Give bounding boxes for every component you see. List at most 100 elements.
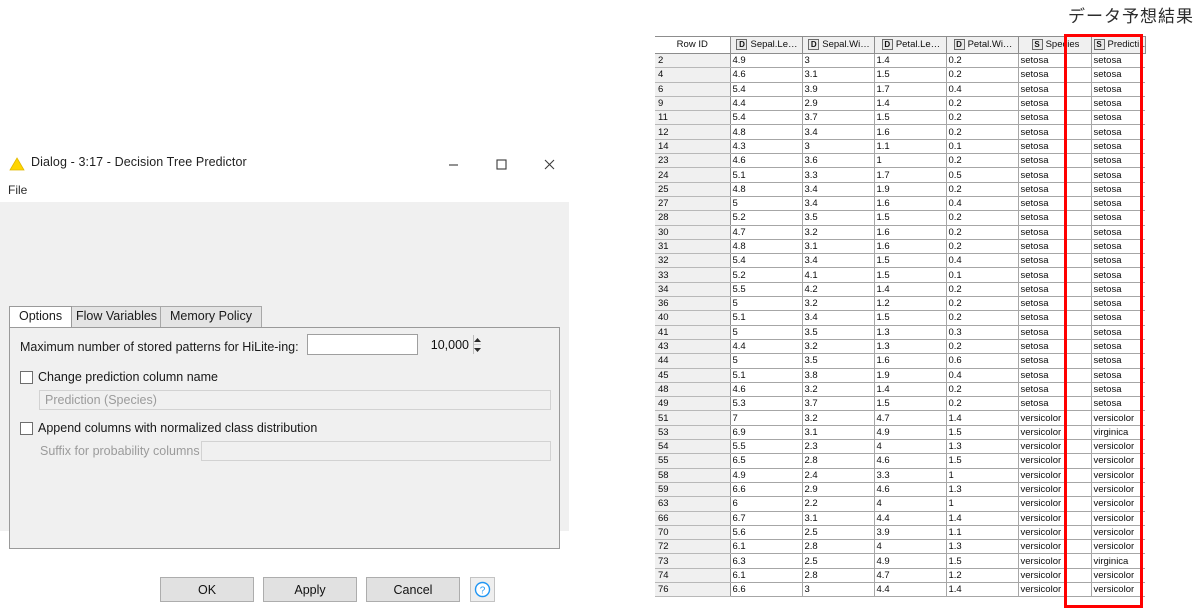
table-cell[interactable]: 1	[946, 496, 1019, 512]
row-id-cell[interactable]: 54	[655, 439, 731, 455]
table-cell[interactable]: versicolor	[1018, 410, 1092, 426]
table-cell[interactable]: 0.2	[946, 239, 1019, 255]
table-cell[interactable]: setosa	[1091, 110, 1145, 126]
table-cell[interactable]: 3.9	[802, 82, 875, 97]
table-row[interactable]: 74 6.1 2.8 4.7 1.2 versicolor versicolor	[655, 568, 1145, 583]
table-cell[interactable]: setosa	[1091, 396, 1145, 412]
table-cell[interactable]: versicolor	[1018, 553, 1092, 569]
table-cell[interactable]: 4.6	[874, 453, 947, 469]
table-cell[interactable]: 0.2	[946, 96, 1019, 112]
table-cell[interactable]: 1.5	[874, 396, 947, 412]
table-cell[interactable]: 2.8	[802, 453, 875, 469]
table-cell[interactable]: 3.2	[802, 382, 875, 398]
table-cell[interactable]: 1.7	[874, 82, 947, 97]
table-cell[interactable]: setosa	[1091, 96, 1145, 112]
table-cell[interactable]: 1.5	[874, 253, 947, 269]
column-header-petal-width[interactable]: D Petal.Wi…	[945, 36, 1019, 54]
table-cell[interactable]: 5	[730, 196, 803, 212]
table-row[interactable]: 27 5 3.4 1.6 0.4 setosa setosa	[655, 196, 1145, 212]
table-row[interactable]: 32 5.4 3.4 1.5 0.4 setosa setosa	[655, 253, 1145, 269]
apply-button[interactable]: Apply	[263, 577, 357, 602]
table-cell[interactable]: 1.6	[874, 196, 947, 212]
minimize-icon[interactable]	[430, 148, 476, 180]
table-cell[interactable]: 4.9	[874, 553, 947, 569]
row-id-cell[interactable]: 30	[655, 225, 731, 240]
table-cell[interactable]: 4.9	[730, 53, 803, 69]
table-cell[interactable]: 2.8	[802, 539, 875, 555]
table-cell[interactable]: 1.5	[946, 553, 1019, 569]
table-row[interactable]: 28 5.2 3.5 1.5 0.2 setosa setosa	[655, 210, 1145, 226]
table-cell[interactable]: 5.2	[730, 210, 803, 226]
table-row[interactable]: 58 4.9 2.4 3.3 1 versicolor versicolor	[655, 468, 1145, 483]
table-cell[interactable]: 4.7	[730, 225, 803, 240]
row-id-cell[interactable]: 34	[655, 282, 731, 298]
column-header-prediction[interactable]: S Predicti…	[1090, 36, 1146, 54]
column-header-petal-length[interactable]: D Petal.Le…	[873, 36, 947, 54]
table-cell[interactable]: setosa	[1091, 339, 1145, 355]
change-prediction-name-checkbox[interactable]	[20, 370, 33, 384]
help-icon[interactable]: ?	[470, 577, 495, 602]
table-cell[interactable]: 1.2	[874, 296, 947, 312]
table-cell[interactable]: 2.2	[802, 496, 875, 512]
table-cell[interactable]: 0.5	[946, 167, 1019, 183]
table-cell[interactable]: setosa	[1018, 110, 1092, 126]
table-cell[interactable]: 4	[874, 496, 947, 512]
table-cell[interactable]: setosa	[1018, 353, 1092, 369]
table-row[interactable]: 25 4.8 3.4 1.9 0.2 setosa setosa	[655, 182, 1145, 197]
table-cell[interactable]: 1.1	[874, 139, 947, 155]
table-cell[interactable]: 0.6	[946, 353, 1019, 369]
table-cell[interactable]: 4.6	[874, 482, 947, 498]
table-cell[interactable]: 0.1	[946, 139, 1019, 155]
table-cell[interactable]: 5.3	[730, 396, 803, 412]
table-row[interactable]: 41 5 3.5 1.3 0.3 setosa setosa	[655, 325, 1145, 340]
table-cell[interactable]: 3.1	[802, 67, 875, 83]
table-cell[interactable]: 3.2	[802, 410, 875, 426]
table-cell[interactable]: setosa	[1091, 196, 1145, 212]
row-id-cell[interactable]: 28	[655, 210, 731, 226]
table-cell[interactable]: versicolor	[1091, 582, 1145, 598]
table-row[interactable]: 9 4.4 2.9 1.4 0.2 setosa setosa	[655, 96, 1145, 112]
row-id-cell[interactable]: 76	[655, 582, 731, 598]
table-cell[interactable]: 5.4	[730, 110, 803, 126]
row-id-cell[interactable]: 4	[655, 67, 731, 83]
table-cell[interactable]: 2.5	[802, 553, 875, 569]
row-id-cell[interactable]: 63	[655, 496, 731, 512]
table-cell[interactable]: versicolor	[1091, 539, 1145, 555]
table-cell[interactable]: versicolor	[1018, 482, 1092, 498]
table-cell[interactable]: 1.3	[874, 325, 947, 340]
table-cell[interactable]: setosa	[1018, 124, 1092, 140]
table-cell[interactable]: 5.1	[730, 310, 803, 326]
table-row[interactable]: 45 5.1 3.8 1.9 0.4 setosa setosa	[655, 368, 1145, 383]
table-cell[interactable]: 4.4	[730, 339, 803, 355]
table-cell[interactable]: 4.8	[730, 182, 803, 197]
table-cell[interactable]: 1.5	[874, 110, 947, 126]
cancel-button[interactable]: Cancel	[366, 577, 460, 602]
row-id-cell[interactable]: 53	[655, 425, 731, 441]
tab-options[interactable]: Options	[9, 306, 73, 327]
table-row[interactable]: 66 6.7 3.1 4.4 1.4 versicolor versicolor	[655, 511, 1145, 526]
table-cell[interactable]: setosa	[1091, 296, 1145, 312]
table-cell[interactable]: versicolor	[1018, 425, 1092, 441]
table-cell[interactable]: 1.9	[874, 182, 947, 197]
table-cell[interactable]: 6.9	[730, 425, 803, 441]
table-row[interactable]: 4 4.6 3.1 1.5 0.2 setosa setosa	[655, 67, 1145, 83]
table-cell[interactable]: 1.6	[874, 239, 947, 255]
table-cell[interactable]: 3.1	[802, 239, 875, 255]
row-id-cell[interactable]: 36	[655, 296, 731, 312]
table-cell[interactable]: 3.4	[802, 196, 875, 212]
table-cell[interactable]: versicolor	[1091, 439, 1145, 455]
table-cell[interactable]: versicolor	[1018, 568, 1092, 583]
table-cell[interactable]: 3.3	[802, 167, 875, 183]
table-cell[interactable]: setosa	[1018, 67, 1092, 83]
row-id-cell[interactable]: 33	[655, 267, 731, 283]
spinner-buttons[interactable]	[473, 335, 481, 354]
row-id-cell[interactable]: 66	[655, 511, 731, 526]
table-cell[interactable]: setosa	[1091, 167, 1145, 183]
table-cell[interactable]: 1.6	[874, 225, 947, 240]
table-cell[interactable]: setosa	[1018, 296, 1092, 312]
table-cell[interactable]: 0.2	[946, 210, 1019, 226]
table-cell[interactable]: 1.6	[874, 353, 947, 369]
table-cell[interactable]: versicolor	[1091, 410, 1145, 426]
table-cell[interactable]: versicolor	[1091, 568, 1145, 583]
table-row[interactable]: 73 6.3 2.5 4.9 1.5 versicolor virginica	[655, 553, 1145, 569]
